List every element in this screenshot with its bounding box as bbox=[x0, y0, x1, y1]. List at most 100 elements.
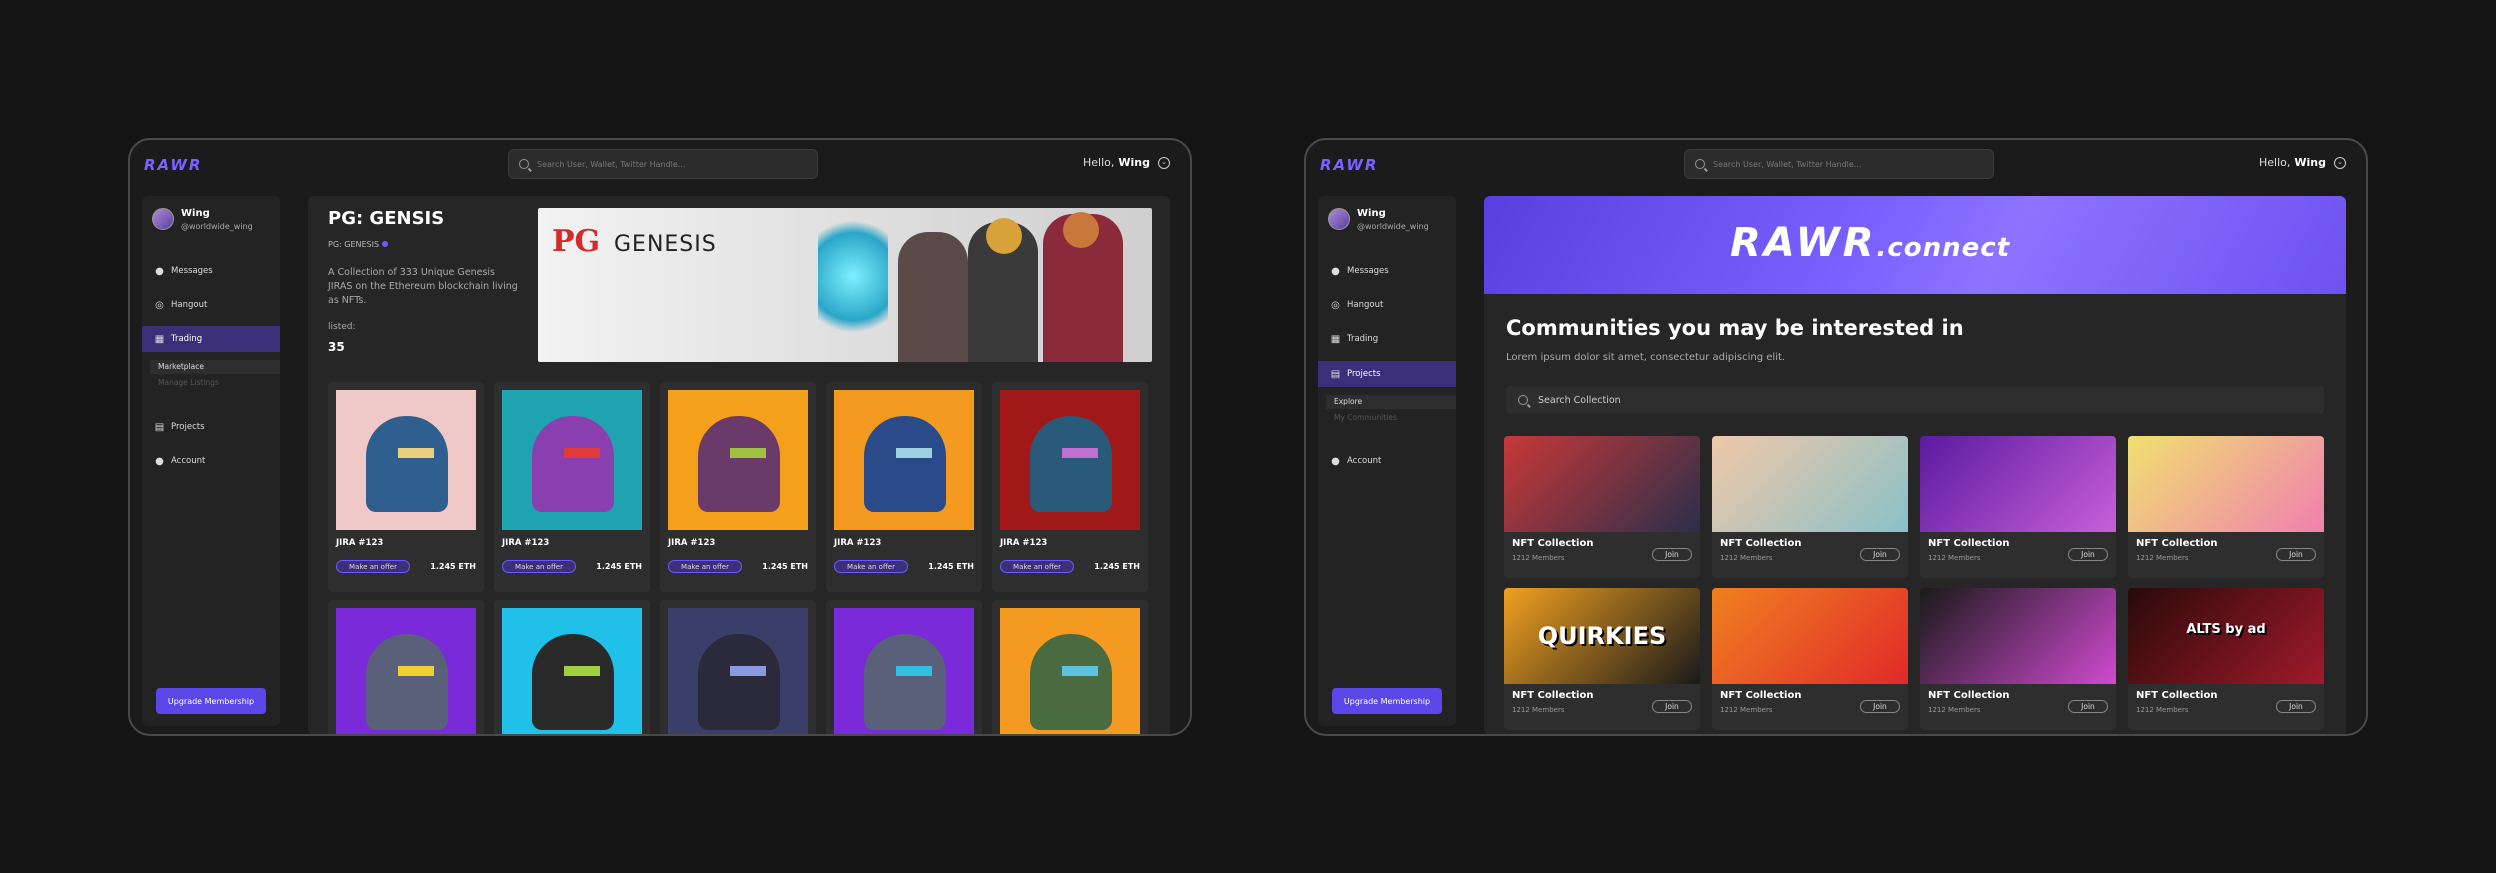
user-greeting[interactable]: Hello, Wing ⌄ bbox=[2259, 156, 2346, 169]
nft-card[interactable]: JIRA #123 Make an offer 1.245 ETH bbox=[992, 382, 1148, 592]
upgrade-membership-button[interactable]: Upgrade Membership bbox=[1332, 688, 1442, 714]
listed-count: 35 bbox=[328, 340, 345, 354]
banner-pg-logo: PG bbox=[552, 224, 601, 259]
collection-image[interactable]: QUIRKIES bbox=[1504, 588, 1700, 684]
rawr-logo[interactable]: RAWR bbox=[144, 156, 202, 174]
nft-image[interactable] bbox=[336, 390, 476, 530]
collection-image[interactable] bbox=[2128, 436, 2324, 532]
sidebar-item-trading[interactable]: ▦ Trading bbox=[142, 326, 280, 352]
collection-search-input[interactable]: Search Collection bbox=[1506, 386, 2324, 414]
sidebar-item-account[interactable]: ● Account bbox=[1318, 448, 1456, 474]
profile-name: Wing bbox=[1357, 208, 1386, 219]
user-greeting[interactable]: Hello, Wing ⌄ bbox=[1083, 156, 1170, 169]
nft-character bbox=[366, 634, 448, 730]
sidebar-item-messages[interactable]: ● Messages bbox=[142, 258, 280, 284]
nft-name: JIRA #123 bbox=[834, 538, 882, 548]
make-offer-button[interactable]: Make an offer bbox=[502, 560, 576, 573]
collection-card[interactable]: NFT Collection 1212 Members Join bbox=[1504, 436, 1700, 578]
sidebar-item-messages[interactable]: ● Messages bbox=[1318, 258, 1456, 284]
chevron-down-icon[interactable]: ⌄ bbox=[2334, 156, 2346, 169]
profile[interactable]: Wing @worldwide_wing bbox=[1328, 208, 1429, 231]
nft-card[interactable]: JIRA #123 Make an offer 1.245 ETH bbox=[660, 382, 816, 592]
join-button[interactable]: Join bbox=[1652, 700, 1692, 713]
rawr-logo[interactable]: RAWR bbox=[1320, 156, 1378, 174]
nft-card[interactable] bbox=[992, 600, 1148, 734]
project-subtitle-text: PG: GENESIS bbox=[328, 240, 380, 249]
make-offer-button[interactable]: Make an offer bbox=[336, 560, 410, 573]
collection-image[interactable] bbox=[1920, 436, 2116, 532]
nft-card[interactable]: JIRA #123 Make an offer 1.245 ETH bbox=[494, 382, 650, 592]
greeting-prefix: Hello, bbox=[1083, 156, 1115, 169]
nft-price: 1.245 ETH bbox=[596, 562, 642, 571]
sidebar-item-account[interactable]: ● Account bbox=[142, 448, 280, 474]
join-button[interactable]: Join bbox=[1860, 700, 1900, 713]
collection-card[interactable]: ALTS by ad NFT Collection 1212 Members Join bbox=[2128, 588, 2324, 730]
collection-card[interactable]: NFT Collection 1212 Members Join bbox=[1920, 436, 2116, 578]
collection-image[interactable] bbox=[1712, 588, 1908, 684]
make-offer-button[interactable]: Make an offer bbox=[1000, 560, 1074, 573]
nft-character bbox=[698, 416, 780, 512]
sidebar-subitem-manage-listings[interactable]: Manage Listings bbox=[150, 376, 280, 390]
collection-image[interactable]: ALTS by ad bbox=[2128, 588, 2324, 684]
banner-crystal-art bbox=[818, 218, 888, 348]
nft-image[interactable] bbox=[502, 390, 642, 530]
communities-window: RAWR Search User, Wallet, Twitter Handle… bbox=[1304, 138, 2368, 736]
nft-image[interactable] bbox=[502, 608, 642, 734]
sidebar-item-projects[interactable]: ▤ Projects bbox=[1318, 361, 1456, 387]
nft-card[interactable] bbox=[328, 600, 484, 734]
chart-icon: ▦ bbox=[154, 333, 165, 345]
sidebar-item-projects[interactable]: ▤ Projects bbox=[142, 414, 280, 440]
join-button[interactable]: Join bbox=[2068, 700, 2108, 713]
collection-card[interactable]: NFT Collection 1212 Members Join bbox=[2128, 436, 2324, 578]
collection-card[interactable]: NFT Collection 1212 Members Join bbox=[1712, 588, 1908, 730]
sidebar-item-trading[interactable]: ▦ Trading bbox=[1318, 326, 1456, 352]
sidebar-item-hangout[interactable]: ◎ Hangout bbox=[1318, 292, 1456, 318]
global-search-input[interactable]: Search User, Wallet, Twitter Handle... bbox=[1684, 149, 1994, 179]
nft-card[interactable] bbox=[660, 600, 816, 734]
document-icon: ▤ bbox=[1330, 368, 1341, 380]
nft-character-eyes bbox=[896, 666, 932, 676]
collection-image[interactable] bbox=[1504, 436, 1700, 532]
nft-card[interactable] bbox=[494, 600, 650, 734]
collection-image[interactable] bbox=[1920, 588, 2116, 684]
collection-title: NFT Collection bbox=[1512, 538, 1594, 549]
project-description: A Collection of 333 Unique Genesis JIRAS… bbox=[328, 267, 518, 306]
upgrade-membership-button[interactable]: Upgrade Membership bbox=[156, 688, 266, 714]
greeting-name: Wing bbox=[1118, 156, 1150, 169]
profile[interactable]: Wing @worldwide_wing bbox=[152, 208, 253, 231]
make-offer-button[interactable]: Make an offer bbox=[668, 560, 742, 573]
message-icon: ● bbox=[155, 265, 164, 277]
search-icon bbox=[1518, 395, 1528, 405]
global-search-input[interactable]: Search User, Wallet, Twitter Handle... bbox=[508, 149, 818, 179]
collection-card[interactable]: NFT Collection 1212 Members Join bbox=[1920, 588, 2116, 730]
nft-image[interactable] bbox=[834, 390, 974, 530]
nft-character bbox=[532, 416, 614, 512]
join-button[interactable]: Join bbox=[2068, 548, 2108, 561]
sidebar-subitem-explore[interactable]: Explore bbox=[1326, 395, 1456, 409]
join-button[interactable]: Join bbox=[2276, 700, 2316, 713]
nft-image[interactable] bbox=[668, 608, 808, 734]
banner-character-art bbox=[898, 232, 968, 362]
join-button[interactable]: Join bbox=[1860, 548, 1900, 561]
sidebar-item-hangout[interactable]: ◎ Hangout bbox=[142, 292, 280, 318]
chevron-down-icon[interactable]: ⌄ bbox=[1158, 156, 1170, 169]
nft-image[interactable] bbox=[1000, 390, 1140, 530]
make-offer-button[interactable]: Make an offer bbox=[834, 560, 908, 573]
collection-image[interactable] bbox=[1712, 436, 1908, 532]
collection-members: 1212 Members bbox=[1512, 706, 1565, 714]
sidebar-subitem-my-communities[interactable]: My Communities bbox=[1326, 411, 1456, 425]
nft-card[interactable] bbox=[826, 600, 982, 734]
join-button[interactable]: Join bbox=[2276, 548, 2316, 561]
nft-card[interactable]: JIRA #123 Make an offer 1.245 ETH bbox=[328, 382, 484, 592]
nft-image[interactable] bbox=[834, 608, 974, 734]
nft-card[interactable]: JIRA #123 Make an offer 1.245 ETH bbox=[826, 382, 982, 592]
nft-image[interactable] bbox=[336, 608, 476, 734]
nft-image[interactable] bbox=[668, 390, 808, 530]
hangout-icon: ◎ bbox=[155, 299, 164, 311]
nft-image[interactable] bbox=[1000, 608, 1140, 734]
sidebar-subitem-marketplace[interactable]: Marketplace bbox=[150, 360, 280, 374]
collection-members: 1212 Members bbox=[1720, 706, 1773, 714]
collection-card[interactable]: QUIRKIES NFT Collection 1212 Members Join bbox=[1504, 588, 1700, 730]
join-button[interactable]: Join bbox=[1652, 548, 1692, 561]
collection-card[interactable]: NFT Collection 1212 Members Join bbox=[1712, 436, 1908, 578]
